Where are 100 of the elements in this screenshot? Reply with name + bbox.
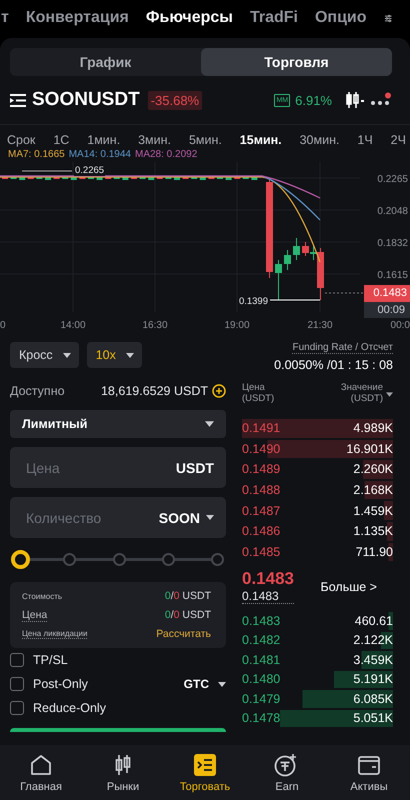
calculate-link[interactable]: Рассчитать [156, 628, 211, 640]
order-value: 460.61 [354, 614, 393, 628]
time-in-force-select[interactable]: GTC [184, 677, 209, 691]
bid-price: 0.1482 [242, 633, 280, 648]
caret-icon [126, 352, 134, 358]
ask-row[interactable]: 0.1490 16.901K [242, 438, 393, 460]
market-tab[interactable]: Конвертация [26, 9, 129, 27]
slider-stop[interactable] [162, 553, 175, 566]
market-tab[interactable]: т [1, 9, 9, 27]
timeframe-tab[interactable]: Срок [7, 133, 36, 147]
column-header: Цена (USDT) [242, 382, 276, 404]
summary-label: Цена ликвидации [22, 629, 88, 639]
symbol-name[interactable]: SOONUSDT [32, 89, 140, 111]
nav-item[interactable]: Рынки [82, 745, 164, 800]
order-value: 5.051K [353, 711, 393, 726]
view-tab[interactable]: График [10, 48, 201, 76]
order-type-select[interactable]: Лимитный [10, 410, 226, 438]
timeframe-tab[interactable]: 1Ч [357, 133, 373, 147]
ma-value: MA14: 0.1944 [68, 149, 131, 160]
order-value: 16.901K [346, 442, 393, 456]
timeframe-tab[interactable]: 15мин. [240, 133, 282, 147]
trade-icon [193, 752, 217, 776]
timeframe-tab[interactable]: 1мин. [87, 133, 120, 147]
bid-row[interactable]: 0.1481 3.459K [242, 650, 393, 670]
leverage-select[interactable]: 10x [86, 342, 142, 368]
home-icon [29, 752, 53, 776]
countdown-tag: 00:09 [364, 302, 410, 318]
ask-row[interactable]: 0.1487 1.459K [242, 500, 393, 521]
ask-row[interactable]: 0.1488 2.168K [242, 480, 393, 500]
ask-row[interactable]: 0.1486 1.135K [242, 520, 393, 542]
unit-label: USDT [176, 460, 214, 476]
ask-price: 0.1491 [242, 421, 280, 436]
margin-mode-select[interactable]: Кросс [10, 342, 79, 368]
summary-label: Стоимость [22, 592, 62, 600]
price-field[interactable]: Цена USDT [10, 447, 226, 488]
market-tab[interactable]: Фьючерсы [146, 9, 233, 27]
summary-value: 0/0 USDT [164, 590, 211, 602]
timeframe-tab[interactable]: 30мин. [300, 133, 340, 147]
quantity-input[interactable]: Количество [24, 508, 153, 526]
price-axis-label: 0.2048 [377, 206, 408, 217]
bid-price: 0.1483 [242, 614, 280, 628]
order-value: 711.90 [356, 544, 393, 559]
timeframe-tab[interactable]: 5мин. [188, 133, 222, 147]
mark-price: 0.1483 [242, 589, 294, 604]
bid-row[interactable]: 0.1482 2.122K [242, 630, 393, 650]
ask-row[interactable]: 0.1485 711.90 [242, 542, 393, 562]
ask-price: 0.1485 [242, 544, 280, 559]
timeframe-tab[interactable]: 2Ч [390, 133, 406, 147]
add-icon[interactable] [212, 384, 226, 398]
order-value: 6.085K [353, 692, 393, 706]
timeframe-tab[interactable]: 3мин. [138, 133, 172, 147]
nav-item[interactable]: Главная [0, 745, 82, 800]
ma-value: MA7: 0.1665 [8, 149, 65, 160]
order-value: 5.191K [353, 672, 393, 686]
time-axis-label: 19:00 [224, 320, 250, 331]
order-value: 4.989K [353, 421, 393, 436]
slider-stop[interactable] [112, 553, 126, 566]
funding-value: 0.0050% /01 : 15 : 08 [274, 358, 393, 372]
bid-row[interactable]: 0.1483 460.61 [242, 611, 393, 631]
checkbox[interactable] [10, 677, 24, 691]
candlestick-icon[interactable] [345, 91, 365, 109]
ask-price: 0.1486 [242, 524, 280, 538]
bid-row[interactable]: 0.1478 5.051K [242, 708, 393, 728]
unit-select[interactable]: SOON [158, 510, 200, 526]
caret-icon [206, 515, 214, 520]
caret-icon [386, 392, 393, 397]
ask-price: 0.1487 [242, 504, 280, 518]
ask-price: 0.1488 [242, 483, 280, 498]
nav-item[interactable]: Earn [246, 745, 328, 800]
caret-icon [62, 352, 71, 358]
market-tab[interactable]: Опцио [314, 9, 367, 27]
quantity-field[interactable]: Количество SOON [10, 497, 226, 538]
bid-price: 0.1478 [242, 711, 280, 726]
nav-item[interactable]: Торговать [164, 745, 246, 800]
column-header[interactable]: Значение (USDT) [323, 382, 383, 404]
slider-stop[interactable] [211, 553, 224, 566]
more-icon[interactable] [370, 92, 392, 108]
view-tab[interactable]: Торговля [201, 48, 392, 76]
nav-item[interactable]: Активы [328, 745, 410, 800]
last-price: 0.1483 [242, 569, 294, 590]
bid-row[interactable]: 0.1479 6.085K [242, 689, 393, 709]
mm-rate: 6.91% [295, 92, 332, 108]
more-link[interactable]: Больше > [320, 580, 377, 594]
bid-price: 0.1479 [242, 692, 280, 706]
checkbox[interactable] [10, 653, 24, 667]
order-value: 1.135K [353, 524, 393, 538]
market-tab[interactable]: TradFi [250, 9, 298, 27]
timeframe-tab[interactable]: 1С [53, 133, 70, 147]
bid-row[interactable]: 0.1480 5.191K [242, 670, 393, 690]
option-label: Reduce-Only [33, 701, 106, 715]
menu-icon[interactable] [10, 94, 26, 106]
checkbox[interactable] [10, 701, 24, 715]
price-input[interactable]: Цена [24, 458, 170, 476]
ask-row[interactable]: 0.1489 2.260K [242, 459, 393, 480]
ask-row[interactable]: 0.1491 4.989K [242, 418, 393, 439]
slider-stop[interactable] [63, 553, 76, 566]
available-balance: 18,619.6529 USDT [100, 384, 208, 398]
slider-thumb[interactable] [10, 550, 30, 569]
amount-slider[interactable] [10, 550, 226, 569]
caret-icon [218, 682, 226, 686]
